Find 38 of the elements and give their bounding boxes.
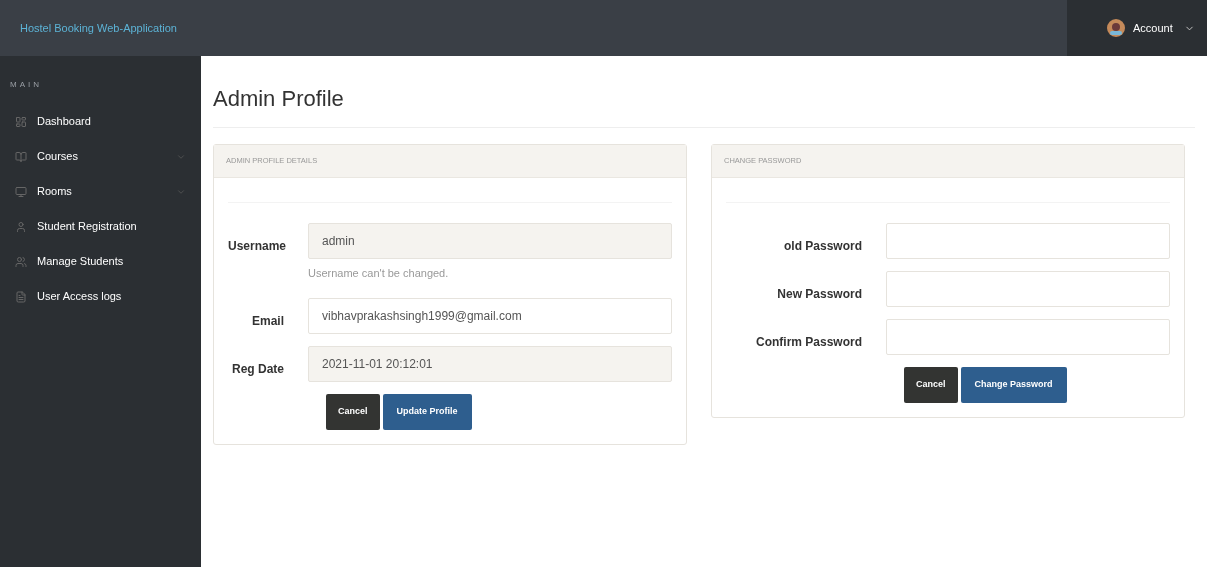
field-label: Username	[228, 239, 287, 253]
sidebar-item[interactable]: Courses	[0, 139, 201, 174]
page-title: Admin Profile	[213, 85, 344, 113]
field-label: New Password	[777, 287, 862, 301]
sidebar-label: User Access logs	[37, 289, 123, 305]
input-field[interactable]	[886, 319, 1170, 355]
section-label: MAIN	[10, 80, 42, 89]
users-icon	[15, 255, 27, 268]
app-title[interactable]: Hostel Booking Web-Application	[0, 19, 177, 37]
dashboard-icon	[15, 115, 27, 128]
sidebar-item[interactable]: Rooms	[0, 174, 201, 209]
account-menu[interactable]: Account	[1067, 0, 1207, 56]
sidebar-item[interactable]: Manage Students	[0, 244, 201, 279]
field-label: old Password	[783, 239, 862, 253]
input-field[interactable]: vibhavprakashsingh1999@gmail.com	[308, 297, 672, 334]
sidebar-item[interactable]: Dashboard	[0, 104, 201, 139]
avatar-icon	[1107, 19, 1125, 37]
monitor-icon	[15, 185, 27, 198]
field-label: Email	[252, 313, 284, 328]
sidebar-item[interactable]: Student Registration	[0, 209, 201, 244]
user-icon	[15, 220, 27, 233]
sidebar-label: Rooms	[37, 184, 73, 200]
sidebar-label: Courses	[37, 149, 79, 165]
book-icon	[15, 150, 27, 163]
field-label: Confirm Password	[755, 335, 862, 349]
primary-button[interactable]: Update Profile	[382, 393, 472, 430]
help-text: Username can't be changed.	[308, 266, 449, 281]
sidebar-item[interactable]: User Access logs	[0, 279, 201, 314]
input-field[interactable]	[886, 223, 1170, 259]
sidebar-label: Manage Students	[37, 254, 125, 270]
primary-button[interactable]: Change Password	[960, 367, 1067, 403]
cancel-button[interactable]: Cancel	[326, 393, 380, 430]
field-label: Reg Date	[232, 361, 284, 376]
cancel-button[interactable]: Cancel	[904, 367, 958, 403]
sidebar-label: Dashboard	[37, 114, 92, 130]
input-field[interactable]	[886, 271, 1170, 307]
file-icon	[15, 290, 27, 303]
sidebar-label: Student Registration	[37, 219, 138, 235]
